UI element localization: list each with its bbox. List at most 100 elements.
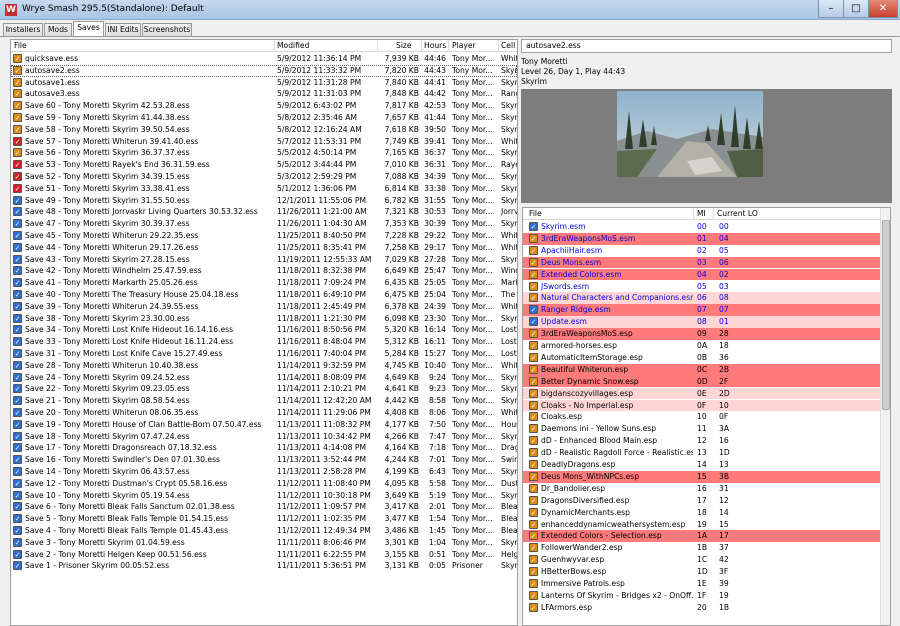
- save-checkbox[interactable]: ✓: [13, 278, 22, 288]
- plugin-checkbox[interactable]: ✓: [529, 341, 538, 350]
- save-checkbox[interactable]: ✓: [13, 77, 22, 87]
- save-row[interactable]: ✓ Save 43 - Tony Moretti Skyrim 27.28.15.…: [11, 254, 517, 266]
- save-checkbox[interactable]: ✓: [13, 478, 22, 488]
- save-row[interactable]: ✓ Save 24 - Tony Moretti Skyrim 09.24.52.…: [11, 372, 517, 384]
- save-checkbox[interactable]: ✓: [13, 372, 22, 382]
- save-checkbox[interactable]: ✓: [13, 89, 22, 99]
- save-row[interactable]: ✓ Save 17 - Tony Moretti Dragonsreach 07.…: [11, 442, 517, 454]
- plugin-row[interactable]: ✓ FollowerWander2.esp 1B 37: [523, 542, 881, 554]
- save-checkbox[interactable]: ✓: [13, 514, 22, 524]
- plugin-row[interactable]: ✓ Natural Characters and Companions.esm 06…: [523, 292, 881, 305]
- save-checkbox[interactable]: ✓: [13, 467, 22, 476]
- save-checkbox[interactable]: ✓: [13, 561, 22, 571]
- column-header-current-lo[interactable]: Current LO: [717, 209, 758, 218]
- save-row[interactable]: ✓ Save 2 - Tony Moretti Helgen Keep 00.51…: [11, 549, 517, 561]
- plugin-row[interactable]: ✓ enhanceddynamicweathersystem.esp 19 15: [523, 519, 881, 531]
- save-checkbox[interactable]: ✓: [13, 384, 22, 394]
- plugin-row[interactable]: ✓ JSwords.esm 05 03: [523, 281, 881, 293]
- plugin-checkbox[interactable]: ✓: [529, 567, 538, 577]
- save-row[interactable]: ✓ Save 57 - Tony Moretti Whiterun 39.41.4…: [11, 136, 517, 148]
- plugin-row[interactable]: ✓ HBetterBows.esp 1D 3F: [523, 566, 881, 578]
- plugin-row[interactable]: ✓ dD - Realistic Ragdoll Force - Realisti…: [523, 447, 881, 459]
- save-checkbox[interactable]: ✓: [13, 431, 22, 441]
- save-checkbox[interactable]: ✓: [13, 290, 22, 299]
- column-header-modified[interactable]: Modified: [277, 41, 309, 50]
- plugin-row[interactable]: ✓ AutomaticItemStorage.esp 0B 36: [523, 352, 881, 364]
- maximize-button[interactable]: □: [843, 0, 869, 18]
- save-checkbox[interactable]: ✓: [13, 325, 22, 335]
- save-row[interactable]: ✓ Save 3 - Tony Moretti Skyrim 01.04.59.e…: [11, 537, 517, 549]
- tab-screenshots[interactable]: Screenshots: [142, 23, 192, 36]
- save-row[interactable]: ✓ Save 20 - Tony Moretti Whiterun 08.06.3…: [11, 407, 517, 419]
- plugin-row[interactable]: ✓ Immersive Patrols.esp 1E 39: [523, 578, 881, 590]
- plugin-checkbox[interactable]: ✓: [529, 412, 538, 422]
- save-checkbox[interactable]: ✓: [13, 195, 22, 205]
- plugin-checkbox[interactable]: ✓: [529, 317, 538, 327]
- save-checkbox[interactable]: ✓: [13, 101, 22, 111]
- plugin-checkbox[interactable]: ✓: [529, 483, 538, 493]
- plugin-checkbox[interactable]: ✓: [529, 222, 538, 231]
- save-checkbox[interactable]: ✓: [13, 349, 22, 358]
- save-row[interactable]: ✓ Save 53 - Tony Moretti Rayek's End 36.3…: [11, 159, 517, 171]
- save-checkbox[interactable]: ✓: [13, 526, 22, 535]
- selected-save-name[interactable]: autosave2.ess: [521, 39, 892, 53]
- plugin-row[interactable]: ✓ Deus Mons.esm 03 06: [523, 256, 881, 269]
- tab-installers[interactable]: Installers: [3, 23, 43, 36]
- plugin-checkbox[interactable]: ✓: [529, 305, 538, 315]
- save-row[interactable]: ✓ Save 40 - Tony Moretti The Treasury Hou…: [11, 289, 517, 301]
- tab-ini-edits[interactable]: INI Edits: [105, 23, 141, 36]
- plugin-checkbox[interactable]: ✓: [529, 293, 538, 303]
- plugin-checkbox[interactable]: ✓: [529, 507, 538, 517]
- save-row[interactable]: ✓ Save 22 - Tony Moretti Skyrim 09.23.05.…: [11, 383, 517, 395]
- save-row[interactable]: ✓ Save 28 - Tony Moretti Whiterun 10.40.3…: [11, 360, 517, 372]
- plugin-checkbox[interactable]: ✓: [529, 281, 538, 291]
- column-header-mi[interactable]: MI: [697, 209, 706, 218]
- save-checkbox[interactable]: ✓: [13, 54, 22, 63]
- plugins-scrollbar[interactable]: [880, 208, 890, 625]
- plugin-row[interactable]: ✓ Daemons ini - Yellow Suns.esp 11 3A: [523, 423, 881, 435]
- save-row[interactable]: ✓ Save 12 - Tony Moretti Dustman's Crypt …: [11, 478, 517, 490]
- save-row[interactable]: ✓ Save 10 - Tony Moretti Skyrim 05.19.54.…: [11, 490, 517, 502]
- save-row[interactable]: ✓ Save 31 - Tony Moretti Lost Knife Cave …: [11, 348, 517, 360]
- save-checkbox[interactable]: ✓: [13, 337, 22, 347]
- save-row[interactable]: ✓ Save 49 - Tony Moretti Skyrim 31.55.50.…: [11, 195, 517, 207]
- plugin-checkbox[interactable]: ✓: [529, 329, 538, 339]
- plugin-checkbox[interactable]: ✓: [529, 364, 538, 374]
- save-checkbox[interactable]: ✓: [13, 254, 22, 264]
- save-row[interactable]: ✓ Save 38 - Tony Moretti Skyrim 23.30.00.…: [11, 313, 517, 325]
- save-checkbox[interactable]: ✓: [13, 231, 22, 240]
- column-header-cell[interactable]: Cell: [501, 41, 515, 50]
- save-row[interactable]: ✓ Save 41 - Tony Moretti Markarth 25.05.2…: [11, 277, 517, 289]
- column-header-size[interactable]: Size: [396, 41, 412, 50]
- plugin-checkbox[interactable]: ✓: [529, 602, 538, 612]
- save-checkbox[interactable]: ✓: [13, 148, 22, 158]
- save-row[interactable]: ✓ Save 6 - Tony Moretti Bleak Falls Sanct…: [11, 501, 517, 513]
- plugin-checkbox[interactable]: ✓: [529, 245, 538, 255]
- save-row[interactable]: ✓ autosave1.ess 5/9/2012 11:31:28 PM 7,840 …: [11, 77, 517, 89]
- save-row[interactable]: ✓ Save 56 - Tony Moretti Skyrim 36.37.37.…: [11, 147, 517, 159]
- plugin-checkbox[interactable]: ✓: [529, 352, 538, 362]
- save-row[interactable]: ✓ autosave2.ess 5/9/2012 11:33:32 PM 7,820 …: [11, 64, 517, 77]
- saves-list[interactable]: File Modified Size Hours Player Cell ✓ qu…: [10, 39, 518, 626]
- plugin-row[interactable]: ✓ armored-horses.esp 0A 18: [523, 340, 881, 352]
- save-row[interactable]: ✓ Save 1 - Prisoner Skyrim 00.05.52.ess 11…: [11, 560, 517, 572]
- save-row[interactable]: ✓ Save 58 - Tony Moretti Skyrim 39.50.54.…: [11, 124, 517, 136]
- save-checkbox[interactable]: ✓: [13, 549, 22, 559]
- plugin-checkbox[interactable]: ✓: [529, 460, 538, 469]
- plugin-row[interactable]: ✓ bigdanscozyvillages.esp 0E 2D: [523, 387, 881, 400]
- save-checkbox[interactable]: ✓: [13, 266, 22, 276]
- save-row[interactable]: ✓ Save 48 - Tony Moretti Jorrvaskr Living…: [11, 206, 517, 218]
- plugin-checkbox[interactable]: ✓: [529, 424, 538, 434]
- save-row[interactable]: ✓ Save 52 - Tony Moretti Skyrim 34.39.15.…: [11, 171, 517, 183]
- plugin-checkbox[interactable]: ✓: [529, 543, 538, 553]
- column-header-hours[interactable]: Hours: [424, 41, 446, 50]
- save-checkbox[interactable]: ✓: [13, 443, 22, 453]
- save-checkbox[interactable]: ✓: [13, 537, 22, 547]
- plugin-checkbox[interactable]: ✓: [529, 519, 538, 529]
- save-checkbox[interactable]: ✓: [13, 502, 22, 512]
- save-checkbox[interactable]: ✓: [13, 301, 22, 311]
- close-button[interactable]: ✕: [868, 0, 898, 18]
- plugin-checkbox[interactable]: ✓: [529, 531, 538, 541]
- plugin-row[interactable]: ✓ Cloaks - No Imperial.esp 0F 10: [523, 399, 881, 412]
- plugin-checkbox[interactable]: ✓: [529, 257, 538, 267]
